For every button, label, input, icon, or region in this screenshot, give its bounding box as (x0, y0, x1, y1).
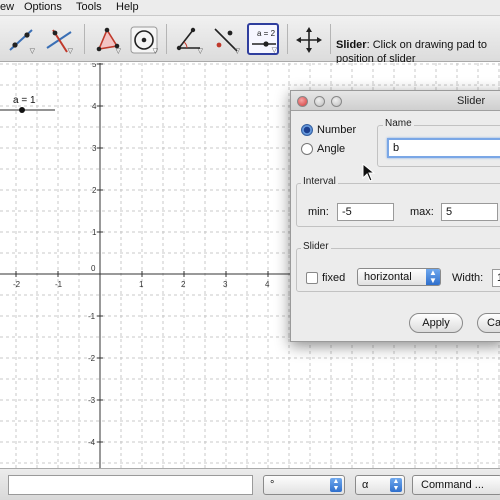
slider-icon-caption: a = 2 (257, 29, 276, 38)
min-label: min: (308, 206, 329, 218)
menu-bar: ew Options Tools Help (0, 0, 500, 16)
x-tick-label: 3 (223, 280, 228, 289)
dialog-title: Slider (457, 95, 486, 107)
combo-arrows-icon: ▲ ▼ (330, 478, 342, 492)
x-tick-label: 4 (265, 280, 270, 289)
y-tick-label: -3 (88, 396, 96, 405)
slider-a-point (19, 107, 25, 113)
line-through-two-points-tool[interactable]: ▽ (4, 23, 36, 55)
tool-help-description: : Click on drawing pad to (366, 39, 488, 51)
polygon-tool[interactable]: ▽ (90, 23, 122, 55)
perpendicular-line-tool[interactable]: ▽ (42, 23, 74, 55)
greek-letter-select[interactable]: α ▲ ▼ (355, 475, 405, 495)
select-arrows-icon: ▲ ▼ (426, 269, 440, 285)
cancel-button[interactable]: Ca (477, 313, 500, 333)
width-input[interactable]: 1 (492, 269, 500, 287)
orientation-select[interactable]: horizontal ▲ ▼ (357, 268, 441, 286)
x-tick-label: -1 (55, 280, 63, 289)
move-graphics-view-tool[interactable] (292, 23, 324, 55)
reflect-about-line-tool[interactable]: ▽ (209, 23, 241, 55)
y-tick-label: 1 (92, 228, 97, 237)
move-graphics-view-icon (296, 27, 322, 53)
command-button[interactable]: Command ... (412, 475, 500, 495)
max-label: max: (410, 206, 434, 218)
angle-tool[interactable]: ▽ (172, 23, 204, 55)
fixed-checkbox[interactable] (306, 272, 318, 284)
menu-options[interactable]: Options (24, 1, 62, 13)
width-label: Width: (452, 272, 484, 284)
orientation-select-value: horizontal (364, 271, 412, 283)
combo-arrows-icon: ▲ ▼ (390, 478, 402, 492)
y-tick-label: -2 (88, 354, 96, 363)
tool-help-text: Slider: Click on drawing pad to position… (336, 38, 500, 66)
slider-options-title: Slider (301, 241, 331, 252)
number-radio-label: Number (317, 124, 357, 136)
y-tick-label: 3 (92, 144, 97, 153)
y-tick-label: -4 (88, 438, 96, 447)
toolbar: ▽ ▽ ▽ ▽ ▽ ▽ a = 2 ▽ Slider: Click on dra… (0, 16, 500, 65)
slider-tool[interactable]: a = 2 ▽ (247, 23, 279, 55)
angle-radio-label: Angle (317, 143, 346, 155)
menu-tools[interactable]: Tools (76, 1, 102, 13)
x-tick-label: 0 (91, 264, 96, 273)
name-group-title: Name (383, 118, 414, 129)
menu-view[interactable]: ew (0, 1, 14, 13)
fixed-checkbox-label: fixed (322, 272, 346, 284)
minimize-window-button[interactable] (314, 96, 325, 107)
x-tick-label: 2 (181, 280, 186, 289)
apply-button[interactable]: Apply (409, 313, 463, 333)
interval-group-title: Interval (301, 176, 338, 187)
slider-a-label: a = 1 (13, 95, 36, 106)
y-tick-label: 5 (92, 63, 97, 69)
slider-dialog: Slider Number Angle Name b Interval min:… (290, 90, 500, 342)
y-tick-label: 2 (92, 186, 97, 195)
number-radio[interactable] (301, 124, 313, 136)
y-tick-label: 4 (92, 102, 97, 111)
alpha-symbol: α (362, 479, 369, 491)
tool-help-title: Slider (336, 39, 367, 51)
dialog-titlebar[interactable]: Slider (291, 91, 500, 111)
min-input[interactable]: -5 (337, 203, 394, 221)
name-input[interactable]: b (387, 138, 500, 158)
max-input[interactable]: 5 (441, 203, 498, 221)
circle-with-center-tool[interactable]: ▽ (127, 23, 159, 55)
degree-symbol: ° (270, 479, 275, 491)
mouse-cursor-icon (362, 163, 376, 182)
y-tick-label: -1 (88, 312, 96, 321)
x-tick-label: 1 (139, 280, 144, 289)
angle-radio[interactable] (301, 143, 313, 155)
zoom-window-button[interactable] (331, 96, 342, 107)
x-tick-label: -2 (13, 280, 21, 289)
menu-help[interactable]: Help (116, 1, 139, 13)
degree-symbol-select[interactable]: ° ▲ ▼ (263, 475, 345, 495)
algebra-input[interactable] (8, 475, 253, 495)
close-window-button[interactable] (297, 96, 308, 107)
input-bar: ° ▲ ▼ α ▲ ▼ Command ... (0, 468, 500, 500)
